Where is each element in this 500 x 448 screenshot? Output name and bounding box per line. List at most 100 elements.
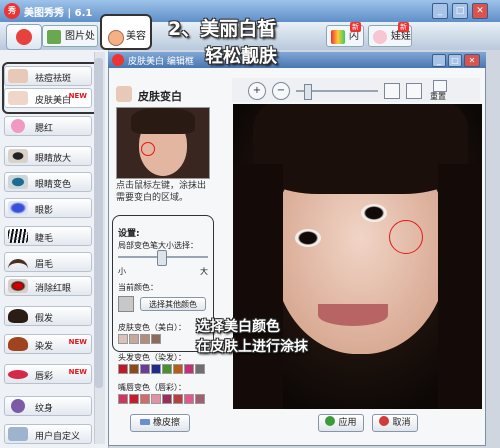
eyelash-icon: [8, 229, 28, 243]
new-badge: NEW: [68, 92, 87, 100]
eraser-label: 橡皮擦: [152, 418, 180, 428]
skin-color-swatch[interactable]: [151, 334, 161, 344]
eraser-button[interactable]: 橡皮擦: [130, 414, 190, 432]
lip-color-swatch[interactable]: [162, 394, 172, 404]
tool-label: 唇彩: [35, 372, 54, 382]
lip-color-swatch[interactable]: [118, 394, 128, 404]
tool-acne-removal[interactable]: 祛痘祛斑: [4, 66, 92, 86]
size-small-label: 小: [118, 267, 126, 276]
tool-label: 眼睛放大: [35, 154, 72, 164]
dialog-title: 皮肤美白 编辑框: [128, 57, 194, 67]
zoom-slider-handle[interactable]: [303, 84, 312, 100]
tool-custom[interactable]: 用户自定义: [4, 424, 92, 444]
tool-title: 皮肤变白: [138, 90, 182, 103]
acne-removal-icon: [8, 69, 28, 83]
tool-label: 染发: [35, 342, 54, 352]
hair-color-swatch[interactable]: [173, 364, 183, 374]
hair-color-swatch[interactable]: [162, 364, 172, 374]
check-icon: [325, 416, 336, 426]
tool-redeye-removal[interactable]: 消除红眼: [4, 276, 92, 296]
preview-thumbnail: [116, 107, 210, 179]
maximize-button[interactable]: □: [452, 3, 468, 19]
apply-button[interactable]: 应用: [318, 414, 364, 432]
tool-label: 祛痘祛斑: [35, 74, 72, 84]
redeye-removal-icon: [8, 279, 28, 293]
scrollbar-thumb[interactable]: [95, 58, 103, 388]
preview-brush-cursor: [141, 142, 155, 156]
actual-size-icon[interactable]: [406, 83, 422, 99]
skin-color-swatch[interactable]: [118, 334, 128, 344]
tool-blush[interactable]: 腮红: [4, 116, 92, 136]
beauty-face-icon: [108, 30, 124, 46]
tool-eyebrow[interactable]: 眉毛: [4, 252, 92, 272]
tool-eye-enlarge[interactable]: 眼睛放大: [4, 146, 92, 166]
blush-icon: [11, 119, 25, 133]
custom-icon: [8, 427, 28, 441]
photo-smile: [318, 304, 388, 326]
brush-cursor-circle: [389, 220, 423, 254]
brush-size-slider[interactable]: [156, 250, 167, 266]
hair-color-swatch[interactable]: [140, 364, 150, 374]
skin-color-swatch[interactable]: [129, 334, 139, 344]
tool-hair-dye[interactable]: 染发 NEW: [4, 334, 92, 354]
tool-lip-gloss[interactable]: 唇彩 NEW: [4, 364, 92, 384]
home-icon[interactable]: [6, 24, 42, 50]
hair-color-swatch[interactable]: [129, 364, 139, 374]
new-badge: NEW: [68, 368, 87, 376]
tab-label: 美容: [126, 31, 146, 42]
lip-color-swatch[interactable]: [140, 394, 150, 404]
new-badge: NEW: [68, 338, 87, 346]
photo-canvas[interactable]: [233, 104, 482, 409]
tab-beauty[interactable]: 美容: [100, 14, 152, 50]
minimize-button[interactable]: _: [432, 3, 448, 19]
lip-color-swatch[interactable]: [195, 394, 205, 404]
step-callout: 2、美丽白皙: [168, 18, 277, 40]
dialog-close-button[interactable]: ✕: [464, 54, 480, 67]
reset-label: 重置: [430, 92, 446, 101]
hair-color-swatch[interactable]: [195, 364, 205, 374]
current-color-label: 当前颜色：: [118, 283, 158, 292]
tool-skin-whitening[interactable]: 皮肤美白 NEW: [4, 88, 92, 108]
tool-label: 睫毛: [35, 234, 54, 244]
tool-wig[interactable]: 假发: [4, 306, 92, 326]
lip-color-swatch[interactable]: [173, 394, 183, 404]
lip-color-swatch[interactable]: [184, 394, 194, 404]
tool-label: 眼影: [35, 206, 54, 216]
dialog-minimize-button[interactable]: _: [432, 54, 446, 67]
close-button[interactable]: ✕: [472, 3, 488, 19]
tool-tattoo[interactable]: 纹身: [4, 396, 92, 416]
lip-color-swatch[interactable]: [129, 394, 139, 404]
eye-color-icon: [8, 175, 28, 189]
wig-icon: [8, 309, 28, 323]
size-large-label: 大: [200, 267, 208, 276]
choose-color-button[interactable]: 选择其他颜色: [140, 297, 206, 311]
skin-whitening-icon: [116, 86, 132, 102]
lip-color-swatch[interactable]: [151, 394, 161, 404]
hair-colors-label: 头发变色（染发）：: [118, 353, 186, 362]
eye-enlarge-icon: [8, 149, 28, 163]
hair-color-swatch[interactable]: [118, 364, 128, 374]
photo-hair: [253, 104, 468, 194]
cancel-button[interactable]: 取消: [372, 414, 418, 432]
eyeshadow-icon: [8, 201, 28, 215]
skin-color-swatch[interactable]: [140, 334, 150, 344]
zoom-in-icon[interactable]: +: [248, 82, 266, 100]
skin-whitening-icon: [8, 91, 28, 105]
tool-eyeshadow[interactable]: 眼影: [4, 198, 92, 218]
hair-color-swatch[interactable]: [151, 364, 161, 374]
app-logo: 秀: [4, 3, 20, 19]
zoom-out-icon[interactable]: −: [272, 82, 290, 100]
tool-label: 皮肤美白: [35, 96, 72, 106]
tool-label: 腮红: [35, 124, 54, 134]
eraser-icon: [139, 419, 150, 425]
new-badge: 新: [350, 22, 361, 32]
apply-label: 应用: [338, 418, 357, 428]
fit-window-icon[interactable]: [384, 83, 400, 99]
tab-image-edit[interactable]: 图片处理: [42, 25, 98, 64]
tool-eyelash[interactable]: 睫毛: [4, 226, 92, 246]
lip-colors-label: 嘴唇变色（唇彩）：: [118, 383, 186, 392]
reset-button[interactable]: 重置: [428, 80, 450, 102]
dialog-maximize-button[interactable]: □: [448, 54, 462, 67]
hair-color-swatch[interactable]: [184, 364, 194, 374]
tool-eye-color[interactable]: 眼睛变色: [4, 172, 92, 192]
